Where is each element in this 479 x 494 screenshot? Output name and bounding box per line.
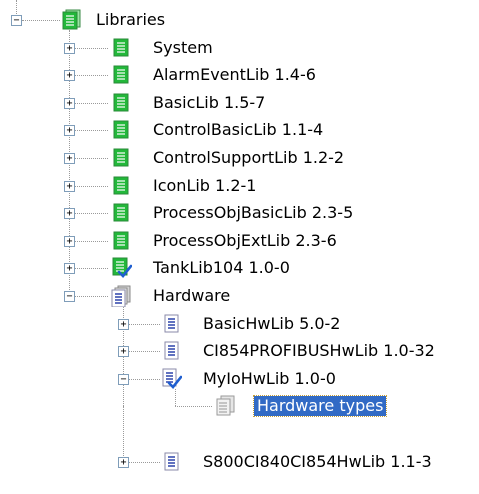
library-checked-icon bbox=[110, 257, 133, 279]
tree-connector-line bbox=[75, 158, 108, 159]
library-icon bbox=[110, 230, 132, 252]
tree-connector-line bbox=[75, 296, 108, 297]
library-icon bbox=[110, 92, 132, 114]
library-tree: − Libraries + System + AlarmEventLib 1.4-6 + Ba… bbox=[0, 0, 479, 494]
library-stack-icon bbox=[60, 9, 82, 31]
hardware-library-icon bbox=[160, 313, 182, 335]
tree-node-libraries[interactable]: Libraries bbox=[93, 10, 168, 30]
tree-connector-line bbox=[75, 185, 108, 187]
tree-connector-line bbox=[129, 351, 160, 353]
tree-node-hardware[interactable]: Hardware bbox=[150, 286, 233, 306]
expand-toggle-icon[interactable]: + bbox=[64, 153, 75, 164]
expand-toggle-icon[interactable]: + bbox=[64, 180, 75, 192]
tree-connector-line bbox=[175, 406, 212, 408]
tree-node-myiohwlib-1-0-0[interactable]: MyIoHwLib 1.0-0 bbox=[200, 369, 339, 389]
collapse-toggle-icon[interactable]: − bbox=[11, 15, 22, 26]
tree-connector-line bbox=[129, 461, 160, 463]
expand-toggle-icon[interactable]: + bbox=[64, 263, 75, 275]
tree-node-controlsupportlib-1-2-2[interactable]: ControlSupportLib 1.2-2 bbox=[150, 148, 347, 168]
hardware-types-icon bbox=[214, 395, 236, 417]
tree-connector-line bbox=[16, 0, 17, 14]
tree-connector-line bbox=[22, 20, 60, 21]
collapse-toggle-icon[interactable]: − bbox=[64, 291, 75, 302]
tree-node-basiclib-1-5-7[interactable]: BasicLib 1.5-7 bbox=[150, 93, 268, 113]
tree-node-controlbasiclib-1-1-4[interactable]: ControlBasicLib 1.1-4 bbox=[150, 120, 326, 140]
expand-toggle-icon[interactable]: + bbox=[64, 70, 75, 82]
tree-connector-line bbox=[75, 240, 108, 242]
library-icon bbox=[110, 37, 132, 59]
tree-node-processobjextlib-2-3-6[interactable]: ProcessObjExtLib 2.3-6 bbox=[150, 231, 340, 251]
hardware-folder-icon bbox=[110, 285, 132, 308]
expand-toggle-icon[interactable]: + bbox=[118, 346, 129, 358]
expand-toggle-icon[interactable]: + bbox=[64, 42, 75, 54]
hardware-library-checked-icon bbox=[160, 368, 183, 390]
hardware-library-icon bbox=[160, 340, 182, 362]
tree-connector-line bbox=[175, 388, 176, 407]
tree-node-hardware-types[interactable]: Hardware types bbox=[252, 395, 388, 418]
expand-toggle-icon[interactable]: + bbox=[118, 318, 129, 330]
expand-toggle-icon[interactable]: + bbox=[64, 235, 75, 247]
collapse-toggle-icon[interactable]: − bbox=[118, 373, 129, 385]
library-icon bbox=[110, 119, 132, 141]
tree-node-iconlib-1-2-1[interactable]: IconLib 1.2-1 bbox=[150, 176, 259, 196]
tree-connector-line bbox=[75, 75, 108, 77]
tree-node-alarmeventlib-1-4-6[interactable]: AlarmEventLib 1.4-6 bbox=[150, 65, 319, 85]
tree-connector-line bbox=[75, 268, 108, 270]
expand-toggle-icon[interactable]: + bbox=[64, 208, 75, 220]
tree-node-system[interactable]: System bbox=[150, 38, 216, 58]
expand-toggle-icon[interactable]: + bbox=[118, 456, 129, 468]
expand-toggle-icon[interactable]: + bbox=[64, 125, 75, 137]
tree-connector-line bbox=[129, 323, 160, 325]
tree-connector-line bbox=[75, 130, 108, 132]
tree-node-processobjbasiclib-2-3-5[interactable]: ProcessObjBasicLib 2.3-5 bbox=[150, 203, 356, 223]
tree-connector-line bbox=[123, 406, 124, 462]
library-icon bbox=[110, 64, 132, 86]
tree-node-basichwlib-5-0-2[interactable]: BasicHwLib 5.0-2 bbox=[200, 314, 343, 334]
tree-connector-line bbox=[129, 378, 160, 380]
tree-connector-line bbox=[75, 102, 108, 104]
library-icon bbox=[110, 202, 132, 224]
tree-node-ci854profibushwlib-1-0-32[interactable]: CI854PROFIBUSHwLib 1.0-32 bbox=[200, 341, 438, 361]
library-icon bbox=[110, 147, 132, 169]
expand-toggle-icon[interactable]: + bbox=[64, 97, 75, 109]
tree-connector-line bbox=[75, 213, 108, 215]
tree-node-s800ci840ci854hwlib-1-1-3[interactable]: S800CI840CI854HwLib 1.1-3 bbox=[200, 452, 435, 472]
tree-connector-line bbox=[75, 47, 108, 49]
tree-node-tanklib104-1-0-0[interactable]: TankLib104 1.0-0 bbox=[150, 258, 293, 278]
library-icon bbox=[110, 175, 132, 197]
hardware-library-icon bbox=[160, 451, 182, 473]
